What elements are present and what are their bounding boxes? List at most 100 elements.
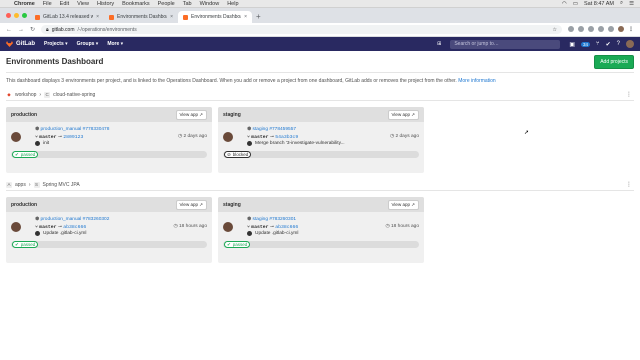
environment-card: production View app ↗ ⬢ production_manua… — [6, 107, 212, 173]
browser-tab[interactable]: GitLab 13.4 released with Vau × — [30, 11, 104, 23]
menu-window[interactable]: Window — [200, 1, 220, 7]
status-badge[interactable]: ⊘ blocked — [224, 151, 252, 158]
commit-title[interactable]: Update .gitlab-ci.yml — [43, 231, 86, 236]
nav-more[interactable]: More ▾ — [107, 41, 123, 47]
extension-icon[interactable] — [608, 26, 614, 32]
project-menu-icon[interactable]: ⋮ — [626, 181, 634, 188]
address-bar[interactable]: 🔒︎ gitlab.com/-/operations/environments … — [41, 25, 562, 34]
group-name[interactable]: apps — [15, 182, 26, 188]
job-link[interactable]: ⬢ production_manual #783260302 — [35, 217, 109, 222]
author-avatar[interactable] — [11, 222, 21, 232]
close-tab-icon[interactable]: × — [96, 14, 99, 20]
menu-tab[interactable]: Tab — [183, 1, 192, 7]
menu-view[interactable]: View — [77, 1, 89, 7]
menu-list-icon[interactable]: ☰ — [629, 1, 634, 7]
extension-icon[interactable] — [598, 26, 604, 32]
brand-name: GitLab — [16, 41, 35, 47]
job-link[interactable]: ⬢ production_manual #778330478 — [35, 127, 109, 132]
gitlab-logo[interactable]: GitLab — [6, 41, 35, 47]
commit-title[interactable]: Update .gitlab-ci.yml — [255, 231, 298, 236]
status-badge[interactable]: ✔ passed — [12, 151, 39, 158]
commit-title[interactable]: init — [43, 141, 49, 146]
group-name[interactable]: workshop — [15, 92, 36, 98]
battery-icon[interactable]: ▭ — [573, 1, 578, 7]
nav-projects[interactable]: Projects ▾ — [44, 41, 68, 47]
issues-icon[interactable]: ▣ — [569, 41, 575, 48]
branch-name[interactable]: master — [39, 135, 56, 140]
back-icon[interactable]: ← — [6, 27, 12, 33]
author-avatar[interactable] — [223, 132, 233, 142]
menu-edit[interactable]: Edit — [60, 1, 69, 7]
author-avatar[interactable] — [223, 222, 233, 232]
pipeline-status-bar: ⊘ blocked — [223, 151, 419, 158]
menu-chrome[interactable]: Chrome — [14, 1, 35, 7]
more-information-link[interactable]: More information — [458, 78, 496, 84]
add-projects-button[interactable]: Add projects — [594, 54, 634, 69]
environment-name[interactable]: staging — [223, 112, 388, 118]
branch-name[interactable]: master — [251, 135, 268, 140]
menu-help[interactable]: Help — [227, 1, 238, 7]
project-name[interactable]: cloud-native-spring — [53, 92, 95, 98]
environment-name[interactable]: staging — [223, 202, 388, 208]
project-name[interactable]: Spring MVC JPA — [43, 182, 80, 188]
close-tab-icon[interactable]: × — [244, 14, 247, 20]
environment-name[interactable]: production — [11, 112, 176, 118]
view-app-button[interactable]: View app ↗ — [175, 109, 207, 120]
menu-history[interactable]: History — [97, 1, 114, 7]
merge-requests-badge[interactable]: 34 — [581, 41, 591, 47]
commit-title[interactable]: Merge branch '3-investigate-vulnerabilit… — [255, 141, 345, 146]
extension-icon[interactable] — [568, 26, 574, 32]
menu-bookmarks[interactable]: Bookmarks — [122, 1, 150, 7]
environment-name[interactable]: production — [11, 202, 176, 208]
deploy-time: ◷ 2 days ago — [178, 134, 207, 139]
commit-title-row: Update .gitlab-ci.yml — [247, 231, 298, 236]
deploy-time-label: 2 days ago — [395, 134, 419, 139]
view-app-button[interactable]: View app ↗ — [387, 199, 419, 210]
branch-name[interactable]: master — [39, 225, 56, 230]
status-badge[interactable]: ✔ passed — [12, 241, 39, 248]
branch-name[interactable]: master — [251, 225, 268, 230]
help-icon[interactable]: ? — [617, 41, 620, 47]
status-badge[interactable]: ✔ passed — [224, 241, 251, 248]
commit-sha[interactable]: ab38c666 — [63, 225, 86, 230]
search-icon[interactable]: ⌕ — [620, 0, 623, 7]
job-link[interactable]: ⬢ staging #783260301 — [247, 217, 296, 222]
star-icon[interactable]: ☆ — [553, 27, 557, 33]
commit-sha[interactable]: 54a3b3c9 — [275, 135, 298, 140]
deploy-time-label: 18 hours ago — [178, 224, 207, 229]
reload-icon[interactable]: ↻ — [30, 26, 35, 33]
project-menu-icon[interactable]: ⋮ — [626, 91, 634, 98]
close-tab-icon[interactable]: × — [170, 14, 173, 20]
wifi-icon[interactable]: ◠ — [562, 1, 567, 7]
new-tab-button[interactable]: + — [252, 11, 265, 23]
search-input[interactable]: Search or jump to… — [450, 39, 561, 49]
job-link[interactable]: ⬢ staging #778459557 — [247, 127, 296, 132]
menu-file[interactable]: File — [43, 1, 52, 7]
minimize-window-button[interactable] — [14, 13, 19, 18]
view-app-button[interactable]: View app ↗ — [175, 199, 207, 210]
branch-icon: ⑂ — [247, 225, 250, 230]
commit-sha[interactable]: ab38c666 — [275, 225, 298, 230]
view-app-button[interactable]: View app ↗ — [387, 109, 419, 120]
author-avatar[interactable] — [11, 132, 21, 142]
merge-request-icon[interactable]: ⑂ — [596, 41, 600, 47]
extension-icon[interactable] — [578, 26, 584, 32]
committer-avatar — [247, 231, 252, 236]
extension-icon[interactable] — [588, 26, 594, 32]
nav-groups[interactable]: Groups ▾ — [77, 41, 99, 47]
environment-card: staging View app ↗ ⬢ staging #783260301 … — [218, 197, 424, 263]
plus-icon[interactable]: ⊞ — [437, 41, 441, 47]
menu-people[interactable]: People — [158, 1, 175, 7]
profile-avatar[interactable] — [618, 26, 624, 32]
todo-icon[interactable]: ✔ — [606, 41, 611, 48]
commit-sha[interactable]: 2809123 — [63, 135, 83, 140]
zoom-window-button[interactable] — [22, 13, 27, 18]
menubar-clock[interactable]: Sat 8:47 AM — [584, 1, 614, 7]
commit-icon: ⊸ — [269, 225, 274, 230]
browser-tab[interactable]: Environments Dashboard | GitL × — [104, 11, 178, 23]
browser-tab-active[interactable]: Environments Dashboard · GitL × — [178, 11, 252, 23]
chrome-menu-icon[interactable]: ⋮ — [628, 26, 634, 33]
forward-icon[interactable]: → — [18, 27, 24, 33]
user-avatar[interactable] — [626, 40, 634, 48]
close-window-button[interactable] — [6, 13, 11, 18]
